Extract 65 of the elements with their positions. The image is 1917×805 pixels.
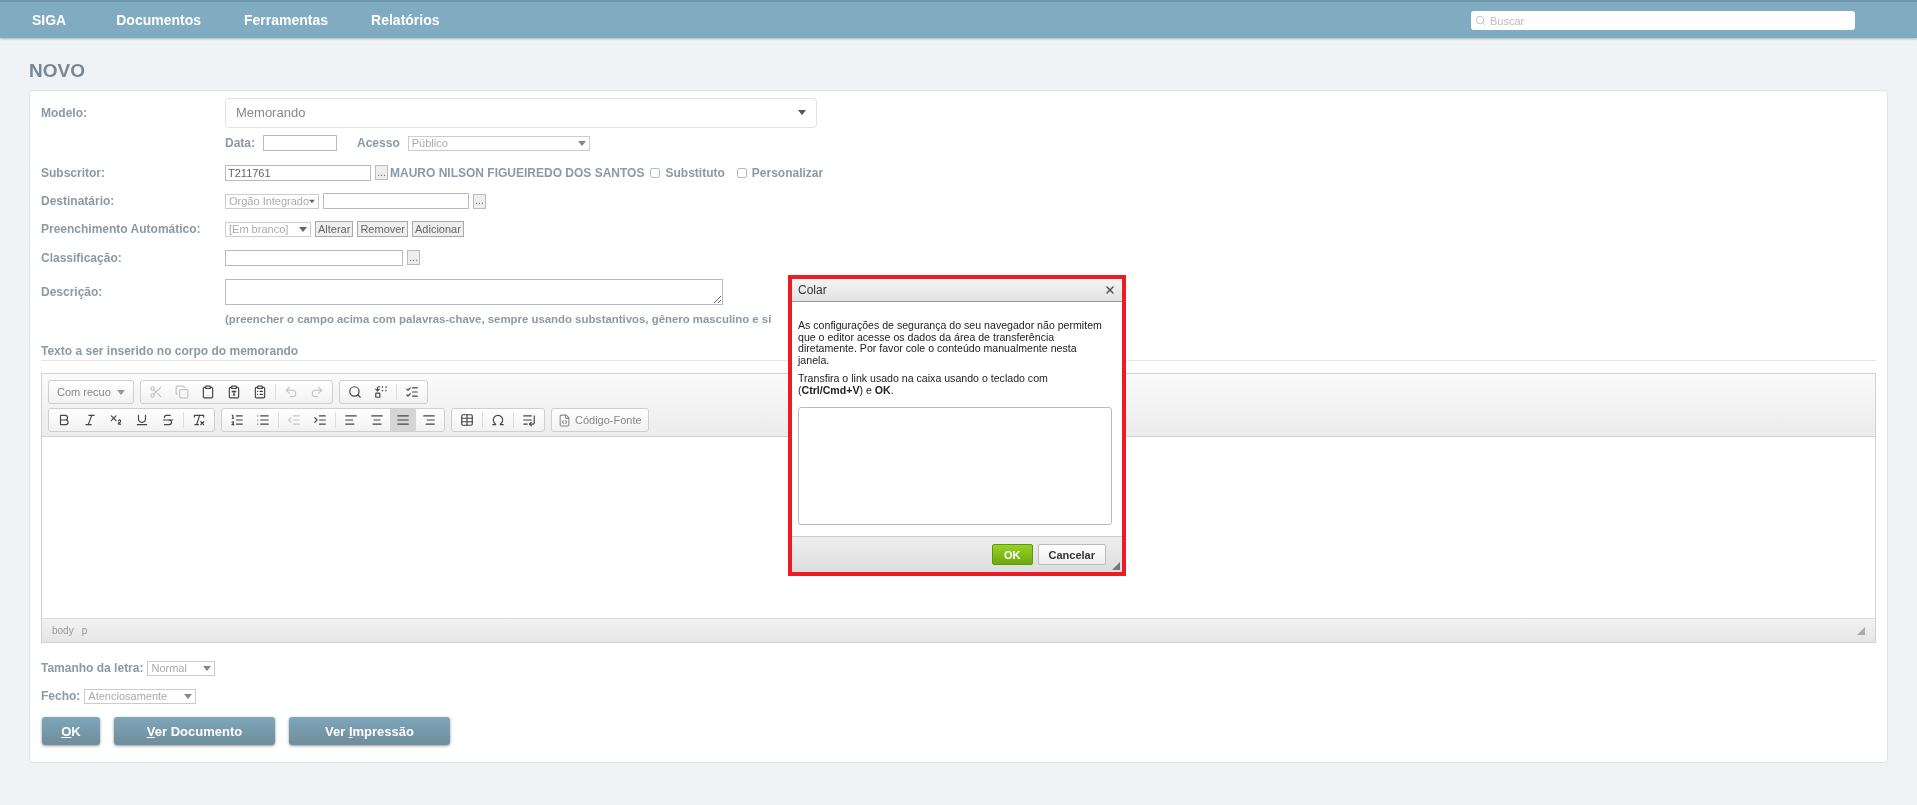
- justify-button[interactable]: [390, 409, 416, 431]
- hint-text: (preencher o campo acima com palavras-chave, sempre usando substantivos, gênero masculino e si: [225, 313, 772, 325]
- cancel-button[interactable]: Cancelar: [1037, 544, 1106, 565]
- source-button[interactable]: Código-Fonte: [554, 409, 646, 431]
- closing-select[interactable]: Atenciosamente: [84, 688, 197, 704]
- field-label: Classificação:: [41, 250, 123, 265]
- caret-icon: [309, 198, 315, 204]
- description-field[interactable]: [225, 279, 723, 305]
- field-label: Data:: [225, 136, 255, 150]
- nav-link[interactable]: Documentos: [116, 12, 202, 28]
- lookup-button[interactable]: ...: [407, 250, 420, 265]
- checkbox-label: Personalizar: [751, 165, 824, 180]
- page-title: NOVO: [29, 60, 86, 82]
- paste-field[interactable]: [798, 406, 1112, 525]
- subscriber-name: MAURO NILSON FIGUEIREDO DOS SANTOS: [390, 165, 645, 180]
- caret-icon: [577, 140, 586, 146]
- action-button[interactable]: OK: [42, 717, 100, 745]
- model-select[interactable]: Memorando: [225, 97, 817, 128]
- access-select[interactable]: Público: [407, 135, 590, 151]
- style-combo[interactable]: Com recuo: [51, 381, 131, 403]
- search-field[interactable]: Buscar: [1471, 11, 1855, 30]
- classification-field[interactable]: [225, 249, 403, 266]
- autofill-select[interactable]: [Em branco]: [225, 221, 311, 237]
- field-label: Acesso: [357, 136, 400, 150]
- dialog-text: As configurações de segurança do seu navegador não permitem que o editor acesse os dados da área de transferência diretamente. Por favor cole o conteúdo manualmente nesta janela.: [798, 320, 1103, 367]
- source-icon: [558, 413, 571, 427]
- close-icon[interactable]: [1104, 284, 1116, 296]
- form-button[interactable]: Remover: [357, 221, 409, 237]
- field-label: Tamanho da letra:: [41, 661, 144, 675]
- search-icon: [1475, 14, 1486, 26]
- caret-icon: [299, 226, 307, 232]
- resize-handle[interactable]: [1112, 562, 1120, 570]
- recipient-type-select[interactable]: Orgão Integrado: [225, 193, 319, 209]
- lookup-button[interactable]: ...: [375, 165, 388, 180]
- checkbox-label: Substituto: [665, 165, 725, 180]
- subscriber-field[interactable]: T211761: [225, 164, 371, 181]
- field-label: Modelo:: [41, 105, 88, 120]
- checkbox[interactable]: [736, 167, 747, 178]
- element-path-link[interactable]: body: [52, 625, 74, 636]
- lookup-button[interactable]: ...: [473, 193, 486, 209]
- ok-button[interactable]: OK: [992, 544, 1033, 565]
- dialog-text: Transfira o link usado na caixa usando o teclado com (Ctrl/Cmd+V) e OK.: [798, 373, 1049, 397]
- caret-icon: [798, 110, 806, 115]
- action-button[interactable]: Ver Documento: [114, 717, 275, 745]
- caret-icon: [184, 693, 193, 699]
- nav-link[interactable]: Ferramentas: [244, 12, 329, 28]
- field-label: Destinatário:: [41, 194, 116, 208]
- form-button[interactable]: Adicionar: [412, 221, 464, 237]
- field-label: Descrição:: [41, 285, 104, 299]
- dialog-title: Colar: [798, 283, 827, 297]
- field-label: Subscritor:: [41, 165, 106, 180]
- date-field[interactable]: [263, 135, 337, 151]
- brand-link[interactable]: SIGA: [32, 12, 67, 28]
- resize-handle[interactable]: [1857, 626, 1865, 635]
- action-button[interactable]: Ver Impressão: [289, 717, 450, 745]
- nav-link[interactable]: Relatórios: [371, 12, 440, 28]
- caret-icon: [203, 665, 212, 671]
- form-button[interactable]: Alterar: [315, 221, 354, 237]
- field-label: Preenchimento Automático:: [41, 222, 202, 236]
- element-path-link[interactable]: p: [81, 625, 88, 636]
- field-label: Fecho:: [41, 689, 81, 703]
- font-size-select[interactable]: Normal: [147, 660, 216, 676]
- caret-icon: [116, 389, 125, 395]
- checkbox[interactable]: [650, 167, 661, 178]
- recipient-field[interactable]: [323, 193, 469, 209]
